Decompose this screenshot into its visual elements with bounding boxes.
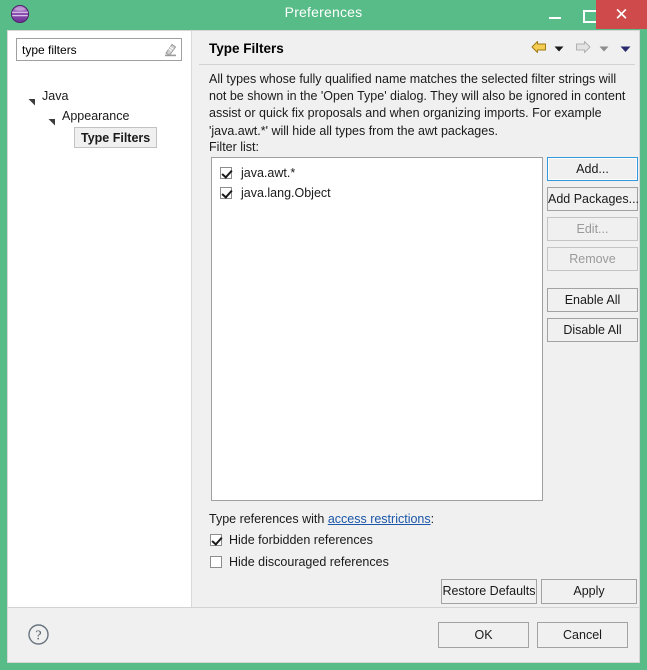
- clear-filter-icon[interactable]: [162, 42, 178, 57]
- minimize-button[interactable]: [538, 0, 572, 29]
- preferences-tree[interactable]: Java Appearance Type Filters: [8, 86, 192, 150]
- sidebar-item-label: Type Filters: [74, 127, 158, 148]
- title-bar[interactable]: Preferences ✕: [0, 0, 647, 30]
- remove-button: Remove: [547, 247, 638, 271]
- preferences-sidebar: Java Appearance Type Filters: [8, 31, 192, 607]
- hide-forbidden-references-row[interactable]: Hide forbidden references: [210, 531, 373, 549]
- filter-text-box[interactable]: [16, 38, 182, 61]
- dialog-client-area: Java Appearance Type Filters T: [7, 30, 640, 663]
- back-menu-chevron-down-icon[interactable]: [554, 42, 564, 56]
- apply-button[interactable]: Apply: [541, 579, 637, 604]
- hide-discouraged-references-row[interactable]: Hide discouraged references: [210, 553, 389, 571]
- list-item-label: java.awt.*: [241, 166, 296, 180]
- sidebar-item-label: Appearance: [62, 109, 130, 123]
- type-filters-page: Type Filters All types whose fully quali…: [193, 31, 639, 607]
- sidebar-item-type-filters[interactable]: Type Filters: [8, 126, 192, 150]
- list-item-label: java.lang.Object: [241, 186, 331, 200]
- header-divider: [199, 64, 635, 65]
- dialog-footer: ? OK Cancel: [8, 608, 639, 662]
- list-item-checkbox[interactable]: [220, 166, 232, 179]
- hide-forbidden-references-label: Hide forbidden references: [229, 533, 373, 547]
- page-title: Type Filters: [209, 41, 284, 56]
- enable-all-button[interactable]: Enable All: [547, 288, 638, 312]
- restore-defaults-button[interactable]: Restore Defaults: [441, 579, 537, 604]
- access-restrictions-suffix: :: [430, 512, 435, 526]
- help-question-icon[interactable]: ?: [27, 623, 50, 646]
- back-arrow-icon[interactable]: [531, 40, 547, 57]
- close-icon: ✕: [614, 5, 629, 24]
- hide-forbidden-references-checkbox[interactable]: [210, 533, 222, 546]
- filter-list-box[interactable]: java.awt.* java.lang.Object: [211, 157, 543, 501]
- page-description: All types whose fully qualified name mat…: [209, 72, 626, 138]
- add-button[interactable]: Add...: [547, 157, 638, 181]
- forward-menu-chevron-down-icon: [599, 42, 609, 56]
- minimize-icon: [549, 17, 561, 19]
- hide-discouraged-references-label: Hide discouraged references: [229, 555, 389, 569]
- sidebar-item-label: Java: [42, 89, 69, 103]
- view-menu-chevron-down-icon[interactable]: [620, 42, 631, 56]
- page-header: Type Filters: [193, 31, 639, 64]
- list-item[interactable]: java.awt.*: [212, 163, 542, 183]
- expand-arrow-icon[interactable]: [28, 92, 36, 106]
- cancel-button[interactable]: Cancel: [537, 622, 628, 648]
- expand-arrow-icon[interactable]: [48, 112, 56, 126]
- hide-discouraged-references-checkbox[interactable]: [210, 555, 222, 568]
- ok-button[interactable]: OK: [438, 622, 529, 648]
- access-restrictions-label: Type references with access restrictions…: [209, 512, 434, 526]
- close-button[interactable]: ✕: [596, 0, 647, 29]
- forward-arrow-icon: [575, 40, 591, 57]
- sidebar-item-appearance[interactable]: Appearance: [8, 106, 192, 126]
- list-item[interactable]: java.lang.Object: [212, 183, 542, 203]
- search-input[interactable]: [22, 42, 150, 58]
- page-navigation-toolbar[interactable]: [527, 40, 631, 58]
- preferences-dialog-window: Preferences ✕ type filters Java Appearan…: [0, 0, 647, 670]
- svg-text:?: ?: [36, 627, 42, 642]
- access-restrictions-link[interactable]: access restrictions: [328, 512, 431, 526]
- sidebar-item-java[interactable]: Java: [8, 86, 192, 106]
- access-restrictions-prefix: Type references with: [209, 512, 328, 526]
- filter-list-label: Filter list:: [209, 140, 259, 154]
- list-item-checkbox[interactable]: [220, 186, 232, 199]
- edit-button: Edit...: [547, 217, 638, 241]
- disable-all-button[interactable]: Disable All: [547, 318, 638, 342]
- add-packages-button[interactable]: Add Packages...: [547, 187, 639, 211]
